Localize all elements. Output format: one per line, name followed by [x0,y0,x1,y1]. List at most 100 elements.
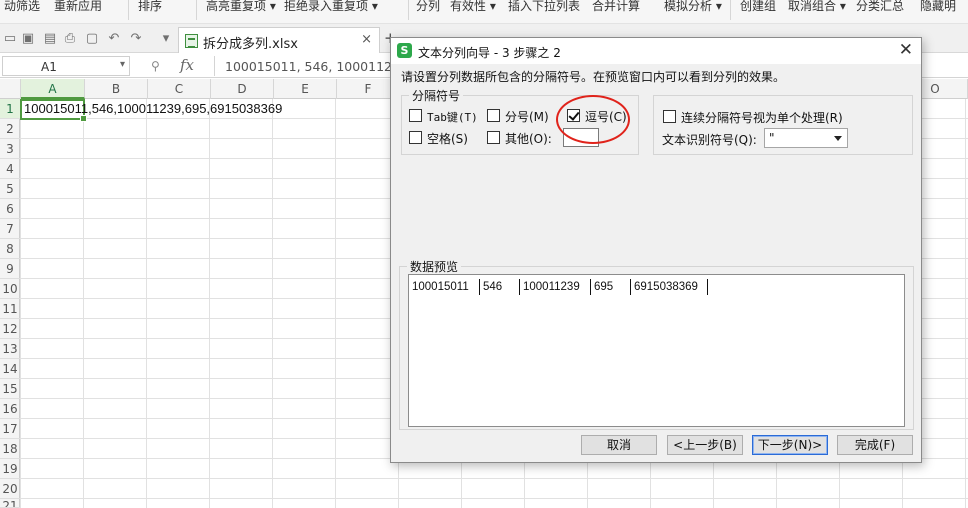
tab-checkbox-label[interactable]: Tab键(T) [427,109,478,125]
row-header[interactable]: 17 [0,419,20,439]
chevron-down-icon [834,136,842,141]
ribbon-what-if[interactable]: 模拟分析 ▾ [664,0,722,14]
row-header[interactable]: 18 [0,439,20,459]
ribbon-hide-detail[interactable]: 隐藏明 [920,0,956,14]
row-header-bar: 1 2 3 4 5 6 7 8 9 10 11 12 13 14 15 16 1… [0,99,20,508]
close-icon[interactable]: ✕ [899,41,913,59]
spreadsheet-file-icon [185,34,198,48]
select-all-corner[interactable] [0,79,21,99]
row-header[interactable]: 15 [0,379,20,399]
text-to-columns-dialog: S 文本分列向导 - 3 步骤之 2 ✕ 请设置分列数据所包含的分隔符号。在预览… [390,37,922,463]
column-header-e[interactable]: E [274,79,337,99]
chevron-down-icon[interactable]: ▾ [158,31,174,47]
preview-column[interactable]: 6915038369 [631,279,708,295]
text-qualifier-value: " [769,131,775,145]
row-header[interactable]: 20 [0,479,20,499]
ribbon-sort[interactable]: 排序 [138,0,162,14]
row-header[interactable]: 21 [0,499,20,508]
export-pdf-icon[interactable]: ▤ [42,31,58,47]
row-header[interactable]: 10 [0,279,20,299]
preview-column[interactable]: 100015011 [409,279,480,295]
row-header[interactable]: 16 [0,399,20,419]
next-button[interactable]: 下一步(N)> [752,435,828,455]
undo-icon[interactable]: ↶ [106,31,122,47]
close-tab-icon[interactable]: × [361,32,372,47]
chevron-down-icon[interactable]: ▾ [120,59,125,70]
data-preview[interactable]: 100015011 546 100011239 695 6915038369 [408,274,905,427]
row-header[interactable]: 7 [0,219,20,239]
ribbon-separator [196,0,197,20]
row-header[interactable]: 11 [0,299,20,319]
ribbon-separator [408,0,409,20]
preview-column[interactable]: 695 [591,279,631,295]
semicolon-checkbox-label[interactable]: 分号(M) [505,108,549,125]
ribbon-validation[interactable]: 有效性 ▾ [450,0,496,14]
space-checkbox-label[interactable]: 空格(S) [427,130,468,147]
ribbon-toolbar: 动筛选 重新应用 排序 高亮重复项 ▾ 拒绝录入重复项 ▾ 分列 有效性 ▾ 插… [0,0,968,24]
treat-consecutive-checkbox[interactable] [663,110,676,123]
column-header-b[interactable]: B [85,79,148,99]
name-box[interactable]: A1 ▾ [2,56,130,76]
formula-content: 100015011, 546, 100011239, 695, 69150383… [225,59,404,74]
name-box-value: A1 [41,60,57,74]
finish-button[interactable]: 完成(F) [837,435,913,455]
cancel-button[interactable]: 取消 [581,435,657,455]
row-header[interactable]: 19 [0,459,20,479]
text-qualifier-label: 文本识别符号(Q): [662,133,757,147]
space-checkbox[interactable] [409,131,422,144]
open-folder-icon[interactable]: ▭ [2,31,18,47]
row-header[interactable]: 4 [0,159,20,179]
zoom-icon[interactable]: ⚲ [151,59,160,73]
column-header-c[interactable]: C [148,79,211,99]
ribbon-insert-dropdown[interactable]: 插入下拉列表 [508,0,580,14]
print-preview-icon[interactable]: ▢ [84,31,100,47]
dialog-description: 请设置分列数据所包含的分隔符号。在预览窗口内可以看到分列的效果。 [401,70,786,84]
save-icon[interactable]: ▣ [20,31,36,47]
annotation-circle [556,95,630,144]
row-header[interactable]: 12 [0,319,20,339]
row-header[interactable]: 2 [0,119,20,139]
ribbon-separator [128,0,129,20]
function-icon[interactable]: fx [180,56,194,74]
formula-input[interactable]: 100015011, 546, 100011239, 695, 69150383… [214,56,404,76]
back-button[interactable]: <上一步(B) [667,435,743,455]
cell-a1-value: 100015011,546,100011239,695,6915038369 [24,101,283,116]
document-tab[interactable]: 拆分成多列.xlsx × [178,27,380,53]
delimiters-group-title: 分隔符号 [409,87,464,104]
treat-consecutive-label[interactable]: 连续分隔符号视为单个处理(R) [681,109,843,126]
column-header-a[interactable]: A [21,79,85,99]
row-header[interactable]: 6 [0,199,20,219]
other-checkbox[interactable] [487,131,500,144]
ribbon-reject-duplicates[interactable]: 拒绝录入重复项 ▾ [284,0,378,14]
row-header[interactable]: 3 [0,139,20,159]
other-checkbox-label[interactable]: 其他(O): [505,130,552,147]
ribbon-consolidate[interactable]: 合并计算 [592,0,640,14]
dialog-title-bar[interactable]: S 文本分列向导 - 3 步骤之 2 ✕ [391,38,921,64]
tab-checkbox[interactable] [409,109,422,122]
ribbon-subtotal[interactable]: 分类汇总 [856,0,904,14]
row-header[interactable]: 14 [0,359,20,379]
redo-icon[interactable]: ↷ [128,31,144,47]
ribbon-auto-filter[interactable]: 动筛选 [4,0,40,14]
ribbon-highlight-duplicates[interactable]: 高亮重复项 ▾ [206,0,276,14]
dialog-title: 文本分列向导 - 3 步骤之 2 [418,46,561,60]
ribbon-text-to-columns[interactable]: 分列 [416,0,440,14]
row-header[interactable]: 8 [0,239,20,259]
ribbon-reapply[interactable]: 重新应用 [54,0,102,14]
preview-column[interactable]: 546 [480,279,520,295]
semicolon-checkbox[interactable] [487,109,500,122]
row-header[interactable]: 5 [0,179,20,199]
document-tab-name: 拆分成多列.xlsx [203,37,298,52]
print-icon[interactable]: ⎙ [62,31,78,47]
column-header-d[interactable]: D [211,79,274,99]
row-header[interactable]: 9 [0,259,20,279]
row-header[interactable]: 1 [0,99,20,119]
ribbon-separator [730,0,731,20]
preview-column[interactable]: 100011239 [520,279,591,295]
row-header[interactable]: 13 [0,339,20,359]
app-logo-icon: S [397,43,412,58]
ribbon-ungroup[interactable]: 取消组合 ▾ [788,0,846,14]
preview-group-title: 数据预览 [407,258,462,275]
ribbon-group[interactable]: 创建组 [740,0,776,14]
text-qualifier-select[interactable]: " [764,128,848,148]
